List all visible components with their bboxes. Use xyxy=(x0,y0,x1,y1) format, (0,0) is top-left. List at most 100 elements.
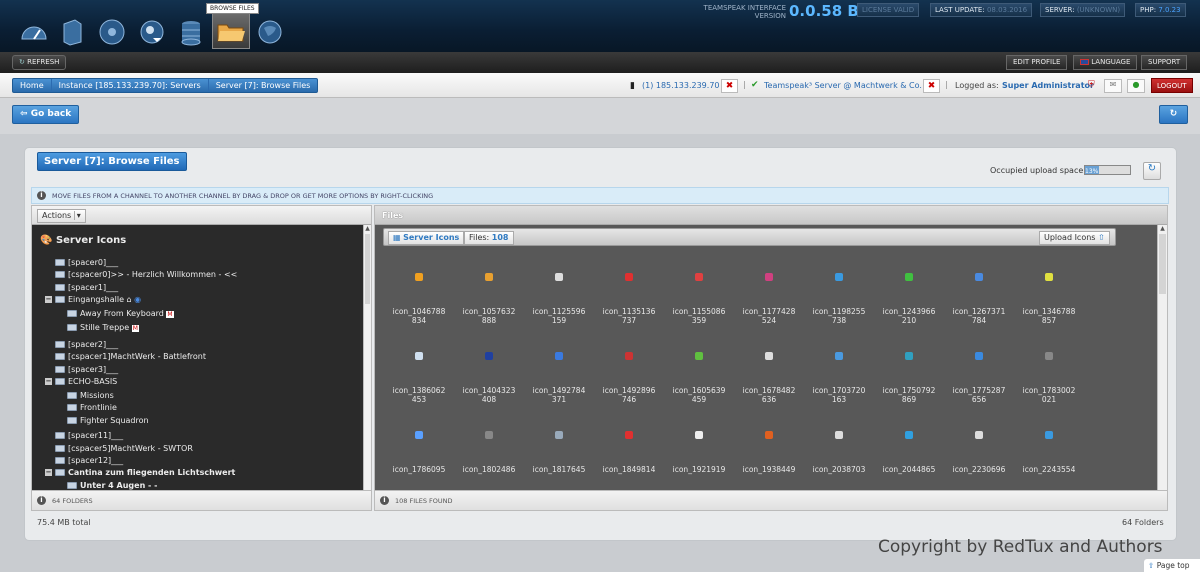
file-item[interactable]: icon_2230696 xyxy=(944,431,1014,474)
reload-button[interactable]: ↻ xyxy=(1159,105,1188,124)
file-item[interactable]: icon_1346788 857 xyxy=(1014,273,1084,325)
tree-item[interactable]: [spacer1]___ xyxy=(55,283,118,292)
instance-link[interactable]: (1) 185.133.239.70 xyxy=(642,81,720,90)
file-thumbnail-icon xyxy=(835,431,843,439)
file-item[interactable]: icon_1775287 656 xyxy=(944,352,1014,404)
tree-item[interactable]: [spacer2]___ xyxy=(55,340,118,349)
upload-icons-button[interactable]: Upload Icons ⇧ xyxy=(1039,231,1110,245)
file-item[interactable]: icon_1750792 869 xyxy=(874,352,944,404)
tree-item[interactable]: [spacer12]___ xyxy=(55,456,123,465)
file-item[interactable]: icon_1849814 xyxy=(594,431,664,474)
file-item[interactable]: icon_1605639 459 xyxy=(664,352,734,404)
file-item[interactable]: icon_1404323 408 xyxy=(454,352,524,404)
file-name: icon_1267371 xyxy=(952,307,1006,316)
scroll-up-icon[interactable]: ▲ xyxy=(1158,225,1167,232)
disc-icon[interactable] xyxy=(93,14,131,50)
file-item[interactable]: icon_1125596 159 xyxy=(524,273,594,325)
collapse-icon[interactable]: − xyxy=(45,296,52,303)
file-item[interactable]: icon_1177428 524 xyxy=(734,273,804,325)
mail-icon[interactable]: ✉ xyxy=(1104,79,1122,93)
upload-arrow-icon: ⇧ xyxy=(1098,233,1105,242)
file-item[interactable]: icon_2038703 xyxy=(804,431,874,474)
breadcrumb-home[interactable]: Home xyxy=(13,79,52,92)
tree-item[interactable]: [spacer0]___ xyxy=(55,258,118,267)
file-item[interactable]: icon_1198255 738 xyxy=(804,273,874,325)
tree-item[interactable]: Frontlinie xyxy=(67,403,117,412)
globe-icon[interactable] xyxy=(251,14,289,50)
refresh-space-button[interactable]: ↻ xyxy=(1143,162,1161,180)
file-item[interactable]: icon_1492896 746 xyxy=(594,352,664,404)
file-item[interactable]: icon_1921919 xyxy=(664,431,734,474)
file-item[interactable]: icon_1817645 xyxy=(524,431,594,474)
file-item[interactable]: icon_1802486 xyxy=(454,431,524,474)
dashboard-icon[interactable] xyxy=(15,14,53,50)
file-item[interactable]: icon_2044865 xyxy=(874,431,944,474)
logged-user[interactable]: Super Administrator xyxy=(1002,81,1094,90)
scroll-up-icon[interactable]: ▲ xyxy=(364,225,371,232)
close-instance-button[interactable]: ✖ xyxy=(721,79,738,93)
tree-item[interactable]: Stille Treppe M xyxy=(67,323,139,332)
support-button[interactable]: SUPPORT xyxy=(1141,55,1188,70)
folder-icon[interactable] xyxy=(212,13,250,49)
user-group-icon[interactable] xyxy=(133,14,171,50)
file-item[interactable]: icon_1678482 636 xyxy=(734,352,804,404)
tree-root[interactable]: 🎨 Server Icons xyxy=(40,235,126,246)
tree-item[interactable]: [spacer3]___ xyxy=(55,365,118,374)
tree-item[interactable]: [cspacer0]>> - Herzlich Willkommen - << xyxy=(55,270,237,279)
scroll-thumb[interactable] xyxy=(1159,234,1166,294)
file-name: icon_1057632 xyxy=(462,307,516,316)
database-icon[interactable] xyxy=(172,14,210,50)
file-item[interactable]: icon_1783002 021 xyxy=(1014,352,1084,404)
file-item[interactable]: icon_1267371 784 xyxy=(944,273,1014,325)
actions-button[interactable]: Actions ▾ xyxy=(37,209,86,223)
page-top-button[interactable]: ⇧ Page top xyxy=(1144,559,1200,572)
tree-item[interactable]: − Cantina zum fliegenden Lichtschwert xyxy=(45,468,235,477)
tree-scrollbar[interactable]: ▲ xyxy=(363,225,371,490)
folder-icon xyxy=(55,469,65,476)
file-item[interactable]: icon_1938449 xyxy=(734,431,804,474)
tree-item[interactable]: − ECHO-BASIS xyxy=(45,377,117,386)
files-scrollbar[interactable]: ▲ xyxy=(1157,225,1167,490)
server-link[interactable]: Teamspeak³ Server @ Machtwerk & Co. xyxy=(764,81,922,90)
close-server-button[interactable]: ✖ xyxy=(923,79,940,93)
tree-item[interactable]: Fighter Squadron xyxy=(67,416,149,425)
edit-profile-button[interactable]: EDIT PROFILE xyxy=(1006,55,1068,70)
file-item[interactable]: icon_1786095 xyxy=(384,431,454,474)
tree-item[interactable]: Unter 4 Augen - - xyxy=(67,481,157,490)
refresh-button[interactable]: ↻ REFRESH xyxy=(12,55,67,70)
refresh-icon: ↻ xyxy=(19,58,25,66)
server-icon[interactable] xyxy=(53,14,91,50)
file-item[interactable]: icon_2243554 xyxy=(1014,431,1084,474)
file-item[interactable]: icon_1703720 163 xyxy=(804,352,874,404)
file-item[interactable]: icon_1046788 834 xyxy=(384,273,454,325)
file-item[interactable]: icon_1057632 888 xyxy=(454,273,524,325)
file-item[interactable]: icon_1155086 359 xyxy=(664,273,734,325)
logged-as-label: Logged as: xyxy=(955,81,999,90)
file-thumbnail-icon xyxy=(765,431,773,439)
logout-button[interactable]: LOGOUT xyxy=(1151,78,1193,93)
file-item[interactable]: icon_1135136 737 xyxy=(594,273,664,325)
tree-item[interactable]: Away From Keyboard M xyxy=(67,309,174,318)
tree-item[interactable]: [spacer11]___ xyxy=(55,431,123,440)
collapse-icon[interactable]: − xyxy=(45,469,52,476)
server-icons-button[interactable]: ▦ Server Icons xyxy=(388,231,465,245)
status-icon[interactable]: ● xyxy=(1127,79,1145,93)
language-button[interactable]: LANGUAGE xyxy=(1073,55,1138,70)
breadcrumb-bar: Home Instance [185.133.239.70]: Servers … xyxy=(0,73,1200,98)
file-item[interactable]: icon_1243966 210 xyxy=(874,273,944,325)
file-item[interactable]: icon_1386062 453 xyxy=(384,352,454,404)
scroll-thumb[interactable] xyxy=(365,234,370,304)
file-name-suffix: 857 xyxy=(1041,316,1057,325)
go-back-button[interactable]: ⇦ Go back xyxy=(12,105,80,124)
tree-item[interactable]: Missions xyxy=(67,391,114,400)
file-thumbnail-icon xyxy=(905,273,913,281)
file-name: icon_2243554 xyxy=(1022,465,1076,474)
file-item[interactable]: icon_1492784 371 xyxy=(524,352,594,404)
tree-item[interactable]: [cspacer1]MachtWerk - Battlefront xyxy=(55,352,206,361)
file-name-suffix: 737 xyxy=(621,316,637,325)
tree-item[interactable]: − Eingangshalle ⌂ ◉ xyxy=(45,295,141,304)
breadcrumb-current[interactable]: Server [7]: Browse Files xyxy=(209,79,318,92)
collapse-icon[interactable]: − xyxy=(45,378,52,385)
breadcrumb-instance[interactable]: Instance [185.133.239.70]: Servers xyxy=(52,79,209,92)
tree-item[interactable]: [cspacer5]MachtWerk - SWTOR xyxy=(55,444,193,453)
